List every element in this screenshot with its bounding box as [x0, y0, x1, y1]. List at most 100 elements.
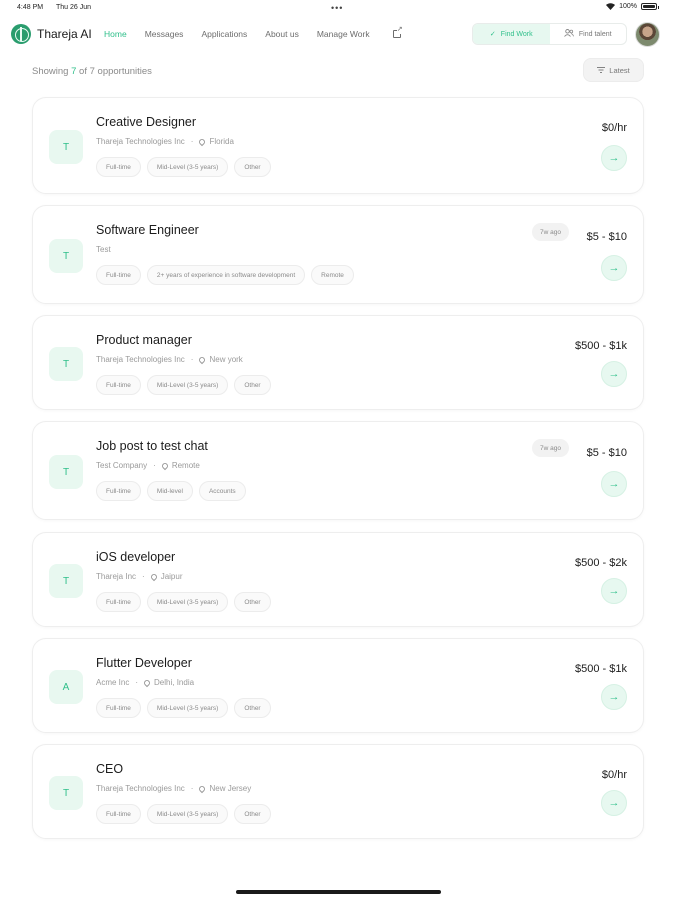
job-tag: Accounts [198, 481, 246, 501]
job-tags: Full-time Mid-Level (3-5 years) Other [96, 592, 271, 612]
job-tag: Other [234, 375, 271, 395]
job-card[interactable]: T CEO Thareja Technologies Inc · New Jersey F… [32, 744, 644, 839]
job-card[interactable]: A Flutter Developer Acme Inc · Delhi, India F… [32, 638, 644, 733]
job-rate: $0/hr [601, 122, 627, 134]
job-card[interactable]: T Job post to test chat Test Company · Remot… [32, 421, 644, 520]
status-date: Thu 26 Jun [56, 4, 92, 11]
job-tags: Full-time Mid-Level (3-5 years) Other [96, 157, 271, 177]
arrow-right-icon[interactable]: → [601, 361, 627, 387]
location-pin-icon [198, 137, 207, 146]
company-initial-avatar: T [49, 776, 83, 810]
nav-link-applications[interactable]: Applications [201, 29, 247, 39]
job-tag: Mid-level [146, 481, 193, 501]
top-nav: Thareja AI Home Messages Applications Ab… [0, 20, 675, 50]
sort-button[interactable]: Latest [583, 58, 644, 82]
avatar[interactable] [635, 22, 660, 47]
job-tag: Other [234, 698, 271, 718]
find-talent-toggle[interactable]: Find talent [550, 24, 627, 44]
job-rate: $5 - $10 [586, 447, 627, 459]
company-name: Thareja Technologies Inc [96, 355, 185, 364]
company-initial-avatar: T [49, 347, 83, 381]
job-tag: Mid-Level (3-5 years) [146, 592, 229, 612]
posted-age-badge: 7w ago [532, 439, 569, 457]
job-rate: $500 - $2k [575, 557, 627, 569]
company-initial-avatar: T [49, 455, 83, 489]
job-tag: 2+ years of experience in software devel… [146, 265, 306, 285]
company-initial-avatar: T [49, 239, 83, 273]
nav-link-manage-work-label: Manage Work [316, 29, 370, 39]
job-card[interactable]: TiOS developer Thareja Inc · Jaipur Full-tim… [32, 532, 644, 627]
job-card[interactable]: T Product manager Thareja Technologies Inc… [32, 315, 644, 410]
job-card[interactable]: T Creative Designer Thareja Technologies I… [32, 97, 644, 194]
battery-icon [641, 3, 659, 10]
job-title[interactable]: iOS developer [96, 550, 175, 564]
job-tag: Full-time [96, 481, 141, 501]
job-tag: Full-time [96, 698, 141, 718]
job-tags: Full-time Mid-Level (3-5 years) Other [96, 375, 271, 395]
company-name: Thareja Technologies Inc [96, 784, 185, 793]
job-location: Remote [171, 461, 200, 470]
nav-link-about-us[interactable]: About us [265, 29, 299, 39]
job-tag: Other [234, 157, 271, 177]
mode-toggle: ✓ Find Work Find talent [472, 23, 627, 45]
arrow-right-icon[interactable]: → [601, 790, 627, 816]
check-icon: ✓ [489, 31, 496, 38]
brand[interactable]: Thareja AI [11, 24, 92, 44]
location-pin-icon [149, 572, 158, 581]
company-initial-avatar: T [49, 130, 83, 164]
company-name: Acme Inc [96, 678, 130, 687]
job-tag: Other [234, 592, 271, 612]
users-icon [564, 29, 574, 39]
job-location: New Jersey [209, 784, 252, 793]
arrow-right-icon[interactable]: → [601, 471, 627, 497]
company-initial-avatar: A [49, 670, 83, 704]
meta-separator: · [190, 784, 194, 793]
nav-links: Home Messages Applications About us Mana… [104, 26, 437, 39]
job-tags: Full-time Mid-Level (3-5 years) Other [96, 698, 271, 718]
job-rate: $5 - $10 [586, 231, 627, 243]
arrow-right-icon[interactable]: → [601, 255, 627, 281]
posted-age-badge: 7w ago [532, 223, 569, 241]
battery-percent: 100% [619, 3, 637, 10]
job-location: New york [209, 355, 243, 364]
find-work-toggle[interactable]: ✓ Find Work [473, 24, 550, 44]
job-title[interactable]: Job post to test chat [96, 439, 208, 453]
job-tag: Mid-Level (3-5 years) [146, 375, 229, 395]
job-tag: Full-time [96, 157, 141, 177]
job-rate: $0/hr [601, 769, 627, 781]
job-title[interactable]: Product manager [96, 333, 192, 347]
meta-separator: · [190, 355, 194, 364]
job-card[interactable]: T Software Engineer Test Full-time 2+ years … [32, 205, 644, 304]
job-meta: Thareja Technologies Inc · New york [96, 355, 243, 364]
nav-link-messages[interactable]: Messages [145, 29, 184, 39]
job-tag: Remote [311, 265, 354, 285]
nav-link-manage-work[interactable]: Manage Work [316, 26, 419, 39]
arrow-right-icon[interactable]: → [601, 578, 627, 604]
job-tag: Other [234, 804, 271, 824]
location-pin-icon [160, 461, 170, 470]
results-header: Showing 7 of 7 opportunities Latest [0, 58, 675, 84]
job-tag: Mid-Level (3-5 years) [146, 157, 229, 177]
job-meta: Test Company · Remote [96, 461, 200, 470]
job-location: Florida [209, 137, 234, 146]
company-name: Test [96, 245, 111, 254]
nav-link-home[interactable]: Home [104, 29, 127, 39]
location-pin-icon [198, 355, 207, 364]
job-meta: Thareja Technologies Inc · New Jersey [96, 784, 251, 793]
job-tags: Full-time 2+ years of experience in softw… [96, 265, 354, 285]
job-meta: Test [96, 245, 111, 254]
job-title[interactable]: Software Engineer [96, 223, 199, 237]
home-indicator[interactable] [236, 890, 441, 894]
sort-icon [597, 66, 606, 75]
arrow-right-icon[interactable]: → [601, 145, 627, 171]
brand-name: Thareja AI [37, 27, 92, 41]
multitask-dots-icon[interactable]: ••• [331, 3, 343, 13]
company-name: Test Company [96, 461, 148, 470]
location-pin-icon [142, 678, 152, 687]
job-tag: Full-time [96, 592, 141, 612]
arrow-right-icon[interactable]: → [601, 684, 627, 710]
job-title[interactable]: Creative Designer [96, 115, 196, 129]
results-middle: of [76, 66, 90, 77]
job-title[interactable]: Flutter Developer [96, 656, 192, 670]
job-title[interactable]: CEO [96, 762, 123, 776]
